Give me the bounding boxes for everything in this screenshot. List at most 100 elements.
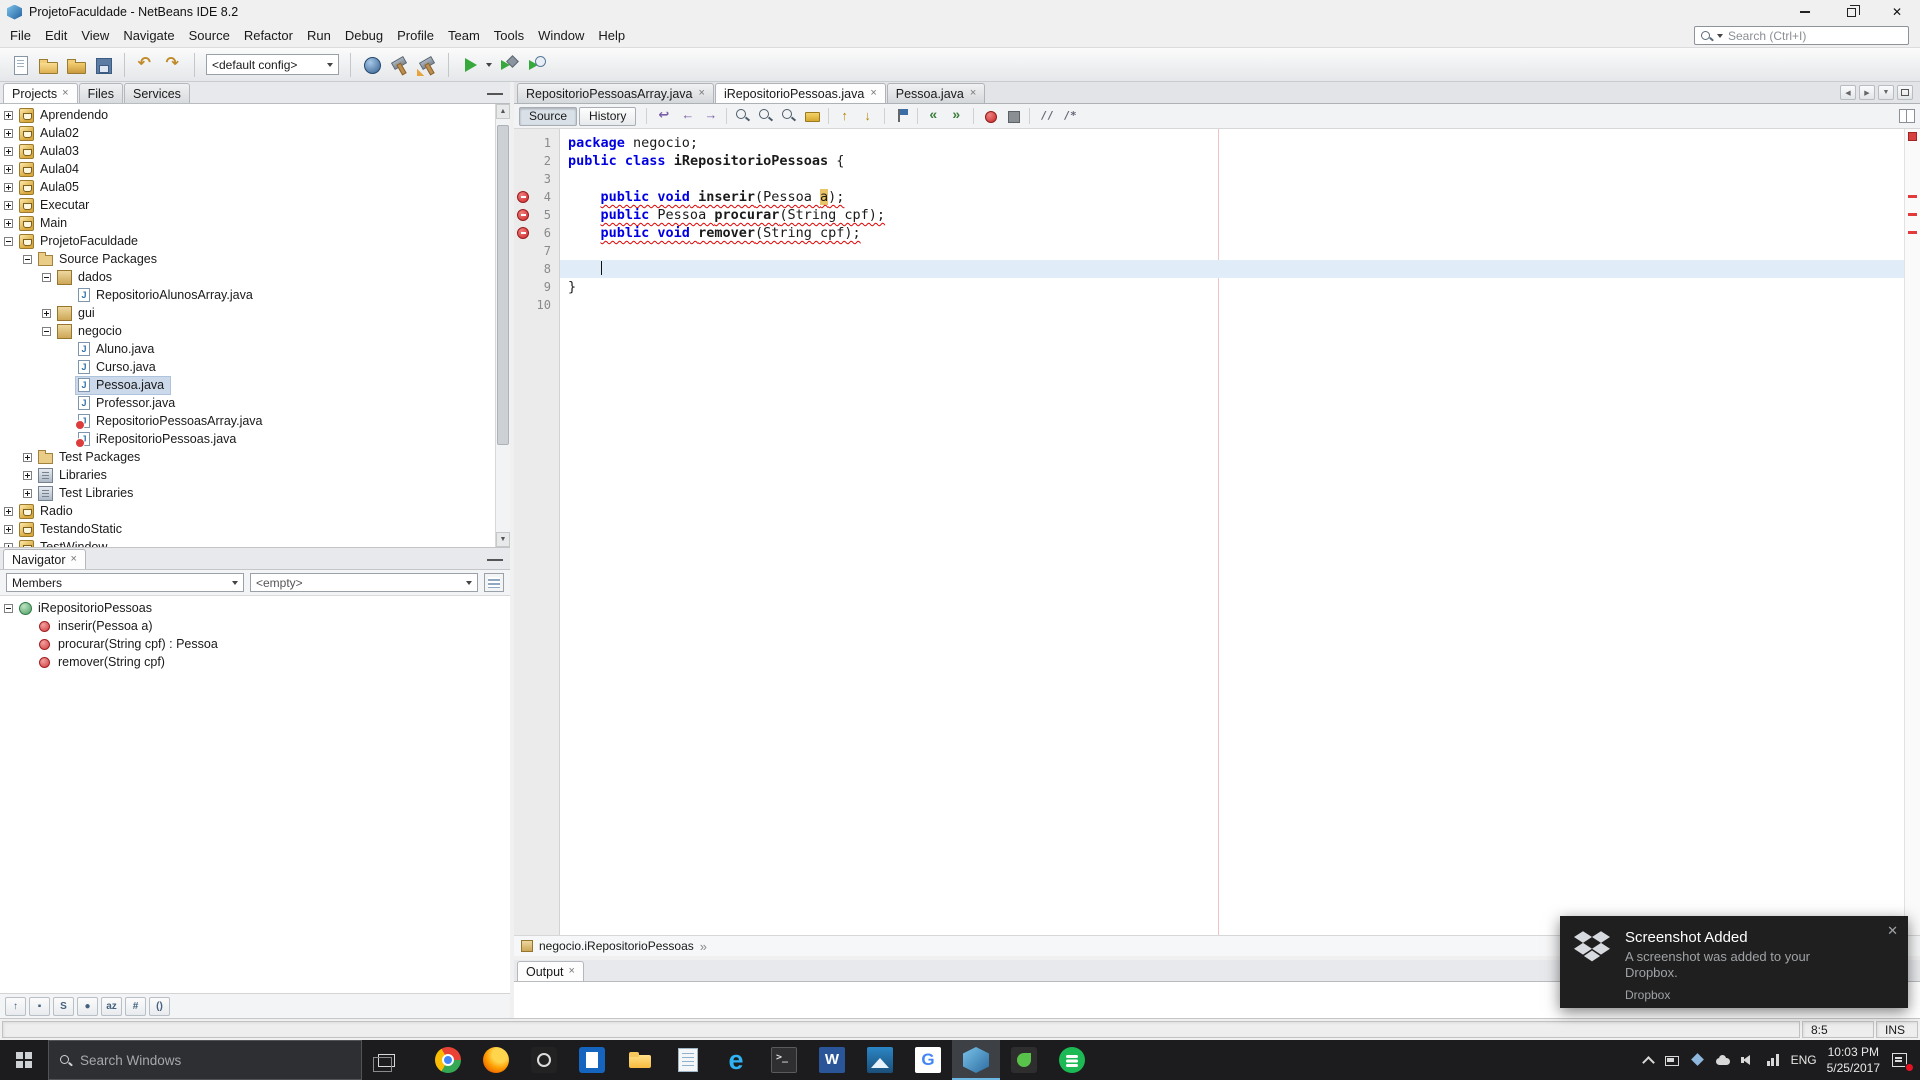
menu-run[interactable]: Run — [300, 25, 338, 46]
toggle-bookmark-button[interactable] — [890, 106, 912, 127]
code-line-7[interactable] — [560, 242, 1904, 260]
menu-window[interactable]: Window — [531, 25, 591, 46]
code-editor[interactable]: 12345678910 package negocio;public class… — [514, 129, 1920, 935]
tree-node-testwindow[interactable]: TestWindow — [0, 538, 495, 547]
back-button[interactable] — [676, 106, 698, 127]
expand-handle-icon[interactable] — [23, 471, 32, 480]
sort-source-icon[interactable]: # — [125, 997, 146, 1016]
breadcrumb-path[interactable]: negocio.iRepositorioPessoas — [539, 939, 694, 953]
sort-alpha-icon[interactable]: az — [101, 997, 122, 1016]
error-stripe[interactable] — [1904, 129, 1920, 935]
tree-node-aula02[interactable]: Aula02 — [0, 124, 495, 142]
comment-button[interactable] — [1035, 106, 1057, 127]
menu-edit[interactable]: Edit — [38, 25, 74, 46]
ide-search-input[interactable] — [1728, 29, 1903, 43]
run-button[interactable] — [456, 52, 483, 78]
new-file-button[interactable] — [6, 52, 33, 78]
tree-node-source-packages[interactable]: Source Packages — [0, 250, 495, 268]
navigator-member[interactable]: remover(String cpf) — [0, 653, 510, 671]
error-glyph-icon[interactable] — [517, 227, 529, 239]
error-glyph-icon[interactable] — [517, 209, 529, 221]
expand-handle-icon[interactable] — [4, 507, 13, 516]
task-view-button[interactable] — [362, 1040, 410, 1080]
close-tab-icon[interactable]: × — [870, 88, 876, 99]
scrollbar-thumb[interactable] — [497, 125, 509, 445]
toggle-highlight-button[interactable] — [801, 106, 823, 127]
expand-handle-icon[interactable] — [4, 111, 13, 120]
google-taskbar-icon[interactable] — [904, 1040, 952, 1080]
projects-scrollbar[interactable]: ▲ ▼ — [495, 104, 510, 547]
projects-tree[interactable]: AprendendoAula02Aula03Aula04Aula05Execut… — [0, 104, 495, 547]
word-taskbar-icon[interactable] — [808, 1040, 856, 1080]
tree-node-repositoriopessoasarray-java[interactable]: RepositorioPessoasArray.java — [0, 412, 495, 430]
tree-node-negocio[interactable]: negocio — [0, 322, 495, 340]
close-button[interactable]: ✕ — [1874, 0, 1920, 24]
tab-services[interactable]: Services — [124, 83, 190, 103]
uncomment-button[interactable] — [1058, 106, 1080, 127]
onedrive-tray-icon[interactable] — [1715, 1052, 1731, 1068]
gutter-row[interactable]: 2 — [514, 152, 559, 170]
close-tab-icon[interactable]: × — [699, 88, 705, 99]
show-non-public-icon[interactable]: ● — [77, 997, 98, 1016]
dropbox-notification[interactable]: Screenshot Added A screenshot was added … — [1560, 916, 1908, 1008]
chrome-taskbar-icon[interactable] — [424, 1040, 472, 1080]
code-line-4[interactable]: public void inserir(Pessoa a); — [560, 188, 1904, 206]
tree-node-pessoa-java[interactable]: Pessoa.java — [0, 376, 495, 394]
language-indicator[interactable]: ENG — [1791, 1053, 1817, 1067]
tab-projects[interactable]: Projects× — [3, 83, 78, 103]
gutter-row[interactable]: 3 — [514, 170, 559, 188]
minimize-panel-icon[interactable] — [487, 92, 503, 95]
gutter-row[interactable]: 5 — [514, 206, 559, 224]
console-taskbar-icon[interactable] — [760, 1040, 808, 1080]
navigator-tree[interactable]: iRepositorioPessoasinserir(Pessoa a)proc… — [0, 596, 510, 993]
volume-tray-icon[interactable] — [1740, 1052, 1756, 1068]
show-static-icon[interactable]: S — [53, 997, 74, 1016]
taskbar-search[interactable] — [48, 1040, 362, 1080]
gutter-row[interactable]: 7 — [514, 242, 559, 260]
menu-tools[interactable]: Tools — [487, 25, 531, 46]
taskbar-clock[interactable]: 10:03 PM 5/25/2017 — [1827, 1044, 1880, 1076]
gutter-row[interactable]: 1 — [514, 134, 559, 152]
error-stripe-mark[interactable] — [1908, 231, 1917, 234]
menu-view[interactable]: View — [74, 25, 116, 46]
tree-node-test-packages[interactable]: Test Packages — [0, 448, 495, 466]
collapse-handle-icon[interactable] — [42, 327, 51, 336]
hidden-icons-tray-icon[interactable] — [1640, 1052, 1656, 1068]
new-project-button[interactable] — [34, 52, 61, 78]
collapse-handle-icon[interactable] — [4, 604, 13, 613]
scroll-down-icon[interactable]: ▼ — [496, 532, 510, 547]
view-source-button[interactable]: Source — [519, 107, 577, 126]
run-dropdown-icon[interactable] — [486, 63, 492, 67]
close-icon[interactable]: × — [569, 966, 575, 977]
show-getters-icon[interactable]: () — [149, 997, 170, 1016]
find-next-button[interactable] — [755, 106, 777, 127]
gutter-row[interactable]: 9 — [514, 278, 559, 296]
tab-output[interactable]: Output × — [517, 961, 584, 981]
redo-button[interactable] — [160, 52, 187, 78]
tab-files[interactable]: Files — [79, 83, 123, 103]
maximize-editor-icon[interactable] — [1897, 85, 1913, 100]
tree-node-aula04[interactable]: Aula04 — [0, 160, 495, 178]
collapse-handle-icon[interactable] — [4, 237, 13, 246]
gutter-row[interactable]: 10 — [514, 296, 559, 314]
editor-gutter[interactable]: 12345678910 — [514, 129, 560, 935]
photos-taskbar-icon[interactable] — [856, 1040, 904, 1080]
expand-handle-icon[interactable] — [4, 201, 13, 210]
menu-refactor[interactable]: Refactor — [237, 25, 300, 46]
greenshot-taskbar-icon[interactable] — [1000, 1040, 1048, 1080]
globe-button[interactable] — [358, 52, 385, 78]
tree-node-projetofaculdade[interactable]: ProjetoFaculdade — [0, 232, 495, 250]
members-combo[interactable]: Members — [6, 573, 244, 592]
menu-help[interactable]: Help — [591, 25, 632, 46]
error-stripe-mark[interactable] — [1908, 213, 1917, 216]
show-fields-icon[interactable]: ▪ — [29, 997, 50, 1016]
edge-taskbar-icon[interactable] — [712, 1040, 760, 1080]
dropbox-tray-icon[interactable] — [1690, 1052, 1706, 1068]
previous-occurrence-button[interactable] — [834, 106, 856, 127]
action-center-icon[interactable] — [1890, 1051, 1910, 1069]
editor-tab-pessoa-java[interactable]: Pessoa.java× — [887, 83, 986, 103]
expand-handle-icon[interactable] — [4, 183, 13, 192]
tree-node-irepositoriopessoas-java[interactable]: iRepositorioPessoas.java — [0, 430, 495, 448]
expand-handle-icon[interactable] — [23, 489, 32, 498]
network-tray-icon[interactable] — [1765, 1052, 1781, 1068]
